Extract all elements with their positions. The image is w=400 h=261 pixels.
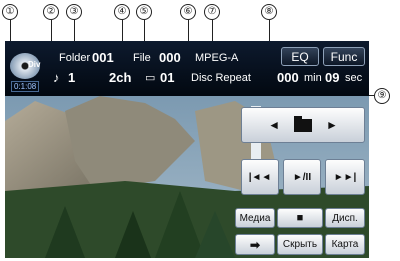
folder-navigation-button[interactable]: ◄ ► <box>241 107 365 143</box>
play-pause-button[interactable]: ►/II <box>283 159 321 195</box>
codec-format: MPEG-A <box>195 52 239 64</box>
callout-1: ① <box>2 4 18 20</box>
callout-9: ⑨ <box>374 88 390 104</box>
media-button[interactable]: Медиа <box>235 208 275 228</box>
stop-button[interactable]: ■ <box>277 208 323 228</box>
elapsed-time: 0:1:08 <box>11 81 40 92</box>
eq-button[interactable]: EQ <box>281 47 319 66</box>
sec-label: sec <box>345 72 363 84</box>
remaining-seconds: 09 <box>325 70 340 85</box>
disc-label: Div <box>28 60 41 69</box>
file-number: 000 <box>159 50 181 65</box>
remaining-minutes: 000 <box>277 70 299 85</box>
folder-next-icon[interactable]: ► <box>326 118 338 132</box>
callout-3: ③ <box>66 4 82 20</box>
audio-track-number: 1 <box>68 70 76 85</box>
display-button[interactable]: Дисп. <box>325 208 365 228</box>
arrow-button[interactable]: ➡ <box>235 234 275 255</box>
player-screen: Div 0:1:08 Folder 001 File 000 MPEG-A ♪ … <box>5 41 369 258</box>
music-note-icon: ♪ <box>53 70 60 85</box>
subtitle-icon: ▭ <box>145 72 156 84</box>
callout-2: ② <box>43 4 59 20</box>
callout-6: ⑥ <box>180 4 196 20</box>
callout-7: ⑦ <box>204 4 220 20</box>
hide-button[interactable]: Скрыть <box>277 234 323 255</box>
folder-label: Folder <box>59 52 91 64</box>
right-arrow-icon: ➡ <box>249 237 261 252</box>
callout-5: ⑤ <box>136 4 152 20</box>
callout-4: ④ <box>114 4 130 20</box>
folder-prev-icon[interactable]: ◄ <box>268 118 280 132</box>
subtitle-number: 01 <box>160 70 175 85</box>
audio-channels: 2ch <box>109 70 132 85</box>
repeat-mode: Disc Repeat <box>191 72 251 84</box>
min-label: min <box>304 72 322 84</box>
callout-8: ⑧ <box>261 4 277 20</box>
disc-source-icon[interactable]: Div <box>10 53 40 79</box>
folder-number: 001 <box>92 50 114 65</box>
map-button[interactable]: Карта <box>325 234 365 255</box>
func-button[interactable]: Func <box>323 47 365 66</box>
previous-track-button[interactable]: |◄◄ <box>241 159 279 195</box>
folder-icon <box>294 115 312 132</box>
file-label: File <box>133 52 151 64</box>
next-track-button[interactable]: ►►| <box>325 159 365 195</box>
info-bar: Div 0:1:08 Folder 001 File 000 MPEG-A ♪ … <box>5 41 369 96</box>
